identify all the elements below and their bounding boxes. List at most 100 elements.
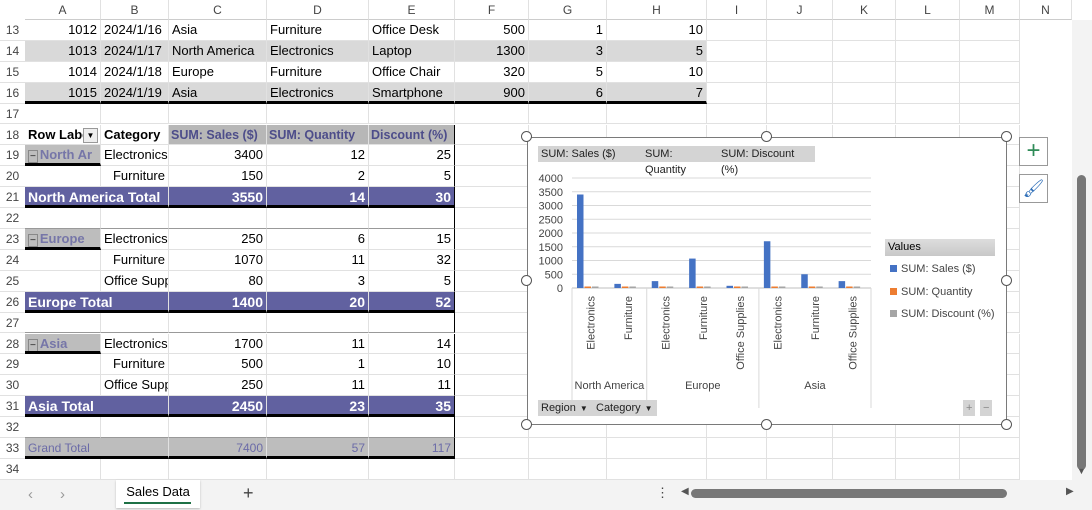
cell-M15[interactable]	[960, 61, 1020, 83]
cell-A15[interactable]: 1014	[25, 61, 101, 83]
cell-C15[interactable]: Europe	[169, 61, 267, 83]
cell-G14[interactable]: 3	[529, 40, 607, 62]
filter-dropdown-icon[interactable]: ▼	[83, 127, 98, 143]
cell-D23[interactable]: 6	[267, 229, 369, 250]
cell-I14[interactable]	[707, 40, 767, 62]
axis-field-button[interactable]: Category ▼	[593, 400, 657, 416]
cell-A13[interactable]: 1012	[25, 20, 101, 41]
cell-F14[interactable]: 1300	[455, 40, 529, 62]
cell-D24[interactable]: 11	[267, 249, 369, 271]
cell-F15[interactable]: 320	[455, 61, 529, 83]
cell-D18[interactable]: SUM: Quantity	[267, 124, 369, 146]
row-header-27[interactable]: 27	[0, 313, 25, 334]
cell-A32[interactable]	[25, 417, 101, 438]
cell-C29[interactable]: 500	[169, 354, 267, 376]
next-sheet-icon[interactable]: ›	[60, 486, 65, 503]
cell-E15[interactable]: Office Chair	[369, 61, 455, 83]
cell-K15[interactable]	[833, 61, 896, 83]
cell-L13[interactable]	[896, 20, 960, 41]
cell-F30[interactable]	[455, 375, 529, 397]
row-header-17[interactable]: 17	[0, 104, 25, 125]
cell-F19[interactable]	[455, 145, 529, 167]
cell-F28[interactable]	[455, 333, 529, 355]
cell-D21[interactable]: 14	[267, 187, 369, 209]
cell-B34[interactable]	[101, 458, 169, 480]
row-header-33[interactable]: 33	[0, 438, 25, 459]
row-header-18[interactable]: 18	[0, 125, 25, 146]
legend-item[interactable]: SUM: Quantity	[890, 286, 973, 298]
column-header-H[interactable]: H	[607, 0, 707, 20]
cell-A21[interactable]: North America Total	[25, 187, 169, 209]
cell-C19[interactable]: 3400	[169, 145, 267, 167]
cell-A25[interactable]	[25, 270, 101, 292]
column-header-K[interactable]: K	[833, 0, 896, 20]
row-header-24[interactable]: 24	[0, 250, 25, 271]
cell-J13[interactable]	[767, 20, 833, 41]
cell-E34[interactable]	[369, 458, 455, 480]
row-header-19[interactable]: 19	[0, 145, 25, 167]
resize-handle[interactable]	[1001, 131, 1012, 142]
resize-handle[interactable]	[1001, 275, 1012, 286]
cell-C33[interactable]: 7400	[169, 438, 267, 459]
cell-E29[interactable]: 10	[369, 354, 455, 376]
chart-styles-button[interactable]: 🖌	[1019, 174, 1048, 203]
cell-C21[interactable]: 3550	[169, 187, 267, 209]
column-header-N[interactable]: N	[1020, 0, 1072, 20]
cell-C14[interactable]: North America	[169, 40, 267, 62]
cell-D20[interactable]: 2	[267, 166, 369, 188]
cell-E18[interactable]: Discount (%)	[369, 124, 455, 146]
row-header-14[interactable]: 14	[0, 41, 25, 62]
chart-elements-button[interactable]: +	[1019, 137, 1048, 166]
cell-G15[interactable]: 5	[529, 61, 607, 83]
cell-F24[interactable]	[455, 249, 529, 271]
cell-A23[interactable]: − Europe	[25, 229, 101, 250]
cell-D17[interactable]	[267, 103, 369, 125]
cell-A26[interactable]: Europe Total	[25, 291, 169, 313]
cell-I33[interactable]	[707, 438, 767, 459]
cell-E16[interactable]: Smartphone	[369, 82, 455, 104]
cell-B17[interactable]	[101, 103, 169, 125]
cell-F33[interactable]	[455, 438, 529, 459]
cell-M17[interactable]	[960, 103, 1020, 125]
cell-A28[interactable]: − Asia	[25, 333, 101, 355]
cell-B25[interactable]: Office Supplies	[101, 270, 169, 292]
resize-handle[interactable]	[761, 419, 772, 430]
cell-A22[interactable]	[25, 208, 101, 229]
field-button[interactable]: SUM: Discount (%)	[718, 146, 815, 176]
cell-J15[interactable]	[767, 61, 833, 83]
column-header-D[interactable]: D	[267, 0, 369, 20]
row-header-28[interactable]: 28	[0, 334, 25, 355]
cell-M34[interactable]	[960, 458, 1020, 480]
cell-C32[interactable]	[169, 417, 267, 438]
cell-A19[interactable]: − North Ar	[25, 145, 101, 167]
cell-B18[interactable]: Category	[101, 124, 169, 146]
cell-B32[interactable]	[101, 417, 169, 438]
axis-field-button[interactable]: Region ▼	[538, 400, 593, 416]
cell-B23[interactable]: Electronics	[101, 229, 169, 250]
cell-L33[interactable]	[896, 438, 960, 459]
cell-F31[interactable]	[455, 396, 529, 418]
sheet-tab-sales-data[interactable]: Sales Data	[116, 480, 200, 508]
cell-M14[interactable]	[960, 40, 1020, 62]
cell-L17[interactable]	[896, 103, 960, 125]
cell-C16[interactable]: Asia	[169, 82, 267, 104]
cell-E31[interactable]: 35	[369, 396, 455, 418]
cell-C13[interactable]: Asia	[169, 20, 267, 41]
cell-C26[interactable]: 1400	[169, 291, 267, 313]
row-header-23[interactable]: 23	[0, 229, 25, 250]
column-header-E[interactable]: E	[369, 0, 455, 20]
cell-H33[interactable]	[607, 438, 707, 459]
cell-K13[interactable]	[833, 20, 896, 41]
cell-A34[interactable]	[25, 458, 101, 480]
cell-D32[interactable]	[267, 417, 369, 438]
cell-I13[interactable]	[707, 20, 767, 41]
resize-handle[interactable]	[521, 419, 532, 430]
collapse-field-button[interactable]: −	[980, 400, 993, 416]
cell-E19[interactable]: 25	[369, 145, 455, 167]
cell-C27[interactable]	[169, 312, 267, 334]
column-header-L[interactable]: L	[896, 0, 960, 20]
cell-M13[interactable]	[960, 20, 1020, 41]
cell-I34[interactable]	[707, 458, 767, 480]
cell-E14[interactable]: Laptop	[369, 40, 455, 62]
cell-A20[interactable]	[25, 166, 101, 188]
